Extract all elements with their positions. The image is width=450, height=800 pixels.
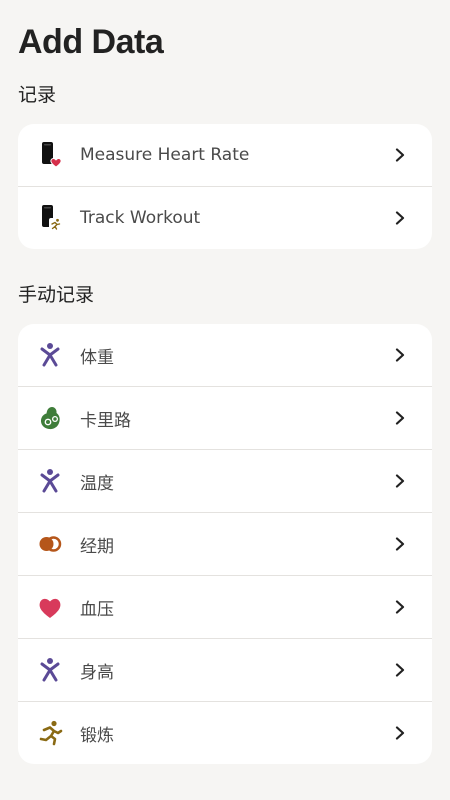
height-label: 身高 [80, 662, 114, 683]
blood-pressure-label: 血压 [80, 599, 114, 620]
measure-heart-rate-row[interactable]: Measure Heart Rate [18, 124, 432, 186]
running-figure-icon [34, 717, 66, 749]
exercise-row[interactable]: 锻炼 [18, 701, 432, 764]
avocado-icon [34, 402, 66, 434]
chevron-right-icon [390, 408, 410, 428]
chevron-right-icon [390, 723, 410, 743]
chevron-right-icon [390, 534, 410, 554]
chevron-right-icon [390, 345, 410, 365]
blood-pressure-row[interactable]: 血压 [18, 575, 432, 638]
period-label: 经期 [80, 536, 114, 557]
calories-label: 卡里路 [80, 410, 131, 431]
chevron-right-icon [390, 660, 410, 680]
chevron-right-icon [390, 208, 410, 228]
weight-row[interactable]: 体重 [18, 324, 432, 386]
record-card: Measure Heart Rate Track Workout [18, 124, 432, 249]
manual-record-card: 体重 卡里路 温度 经期 血压 身高 锻炼 [18, 324, 432, 764]
weight-label: 体重 [80, 347, 114, 368]
temperature-label: 温度 [80, 473, 114, 494]
exercise-label: 锻炼 [80, 725, 114, 746]
chevron-right-icon [390, 145, 410, 165]
track-workout-row[interactable]: Track Workout [18, 186, 432, 249]
body-figure-icon [34, 465, 66, 497]
measure-heart-rate-label: Measure Heart Rate [80, 145, 250, 165]
section-title-record: 记录 [18, 84, 57, 106]
section-title-manual-record: 手动记录 [18, 284, 95, 306]
temperature-row[interactable]: 温度 [18, 449, 432, 512]
body-figure-icon [34, 339, 66, 371]
chevron-right-icon [390, 471, 410, 491]
phone-heart-icon [34, 139, 66, 171]
height-row[interactable]: 身高 [18, 638, 432, 701]
period-row[interactable]: 经期 [18, 512, 432, 575]
heart-icon [34, 591, 66, 623]
chevron-right-icon [390, 597, 410, 617]
track-workout-label: Track Workout [80, 208, 201, 228]
phone-workout-icon [34, 202, 66, 234]
page-title: Add Data [18, 23, 164, 61]
cycle-circles-icon [34, 528, 66, 560]
calories-row[interactable]: 卡里路 [18, 386, 432, 449]
body-figure-icon [34, 654, 66, 686]
